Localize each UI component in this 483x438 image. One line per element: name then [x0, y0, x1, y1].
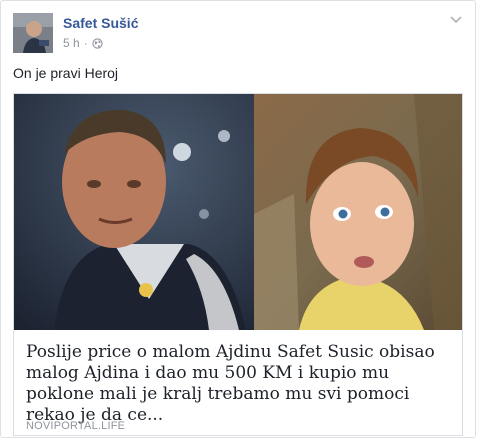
link-source: NOVIPORTAL.LIFE	[26, 420, 126, 432]
post-card: Safet Sušić 5 h · On je pravi Heroj Posl…	[0, 0, 476, 438]
link-preview-image[interactable]	[14, 94, 462, 330]
meta-separator: ·	[83, 36, 88, 50]
post-timestamp[interactable]: 5 h	[63, 36, 80, 50]
author-avatar[interactable]	[13, 13, 53, 53]
post-meta: 5 h ·	[63, 36, 103, 50]
link-preview[interactable]: Poslije price o malom Ajdinu Safet Susic…	[13, 93, 463, 436]
author-name[interactable]: Safet Sušić	[63, 15, 138, 31]
globe-icon[interactable]	[92, 37, 103, 49]
post-text: On je pravi Heroj	[13, 65, 119, 81]
chevron-down-icon[interactable]	[449, 15, 463, 25]
link-title[interactable]: Poslije price o malom Ajdinu Safet Susic…	[26, 342, 456, 426]
